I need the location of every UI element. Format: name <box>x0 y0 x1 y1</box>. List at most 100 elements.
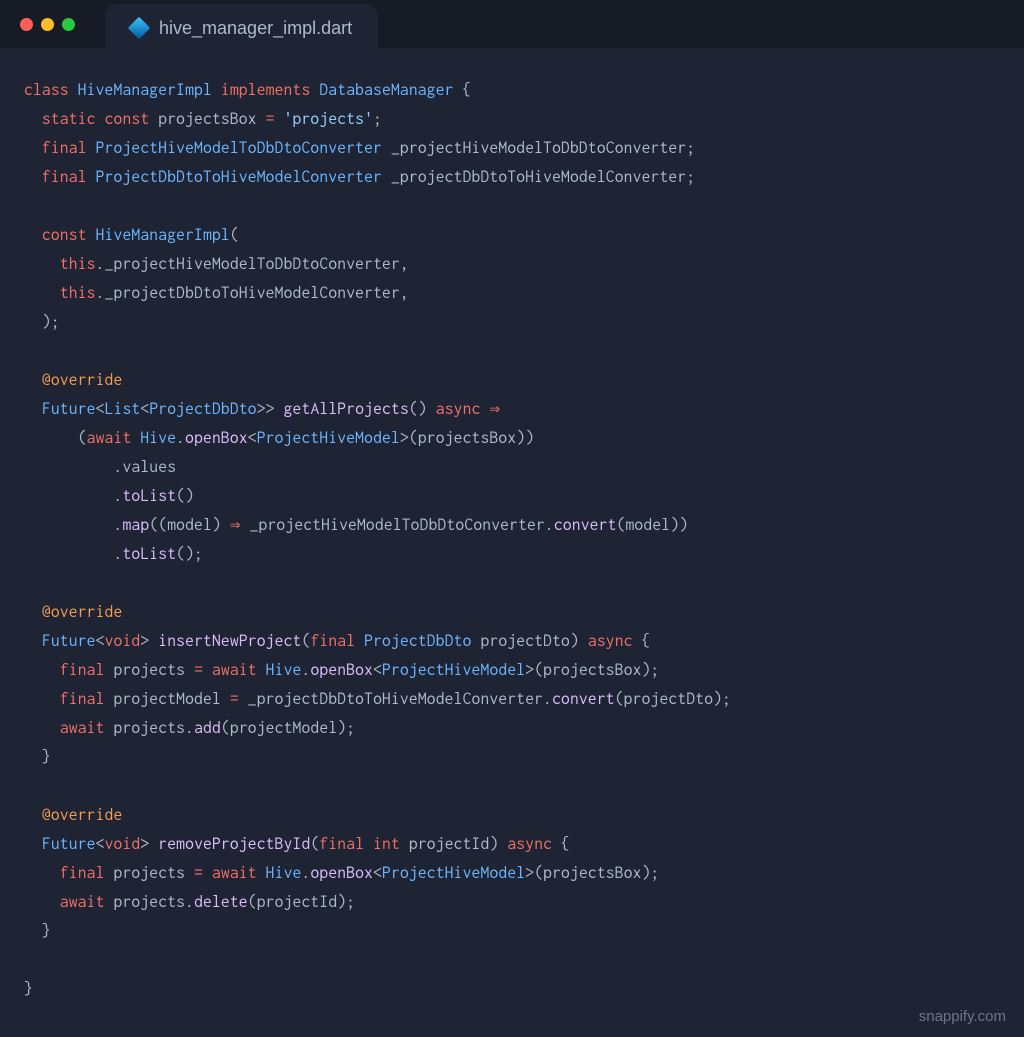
code-token: ._projectDbDtoToHiveModelConverter, <box>96 284 409 302</box>
code-token: final <box>42 139 87 157</box>
code-token: final <box>310 632 355 650</box>
code-token: . <box>24 487 122 505</box>
code-token: (projectModel); <box>221 719 355 737</box>
code-token: { <box>552 835 570 853</box>
code-token: await <box>212 864 257 882</box>
code-token: openBox <box>310 661 373 679</box>
code-token: class <box>24 81 69 99</box>
code-token: _projectHiveModelToDbDtoConverter. <box>241 516 554 534</box>
code-token: < <box>140 400 149 418</box>
code-token: (projectsBox)) <box>409 429 534 447</box>
traffic-lights <box>20 18 75 31</box>
code-token: projectModel <box>105 690 230 708</box>
code-token: async <box>507 835 552 853</box>
code-token: List <box>105 400 141 418</box>
code-token: } <box>24 980 33 998</box>
code-token: insertNewProject <box>158 632 301 650</box>
code-token: HiveManagerImpl <box>96 226 230 244</box>
code-token: implements <box>221 81 311 99</box>
code-token: (projectsBox); <box>534 864 659 882</box>
code-token: await <box>212 661 257 679</box>
code-token: toList <box>122 487 176 505</box>
code-token: () <box>176 487 194 505</box>
code-token: ProjectDbDtoToHiveModelConverter <box>96 168 382 186</box>
close-icon[interactable] <box>20 18 33 31</box>
code-token: @override <box>42 603 123 621</box>
code-token: < <box>248 429 257 447</box>
code-token: @override <box>42 371 123 389</box>
code-token: Hive <box>140 429 176 447</box>
code-token: this <box>60 284 96 302</box>
code-token: ((model) <box>149 516 230 534</box>
code-token: Future <box>42 835 96 853</box>
code-token: @override <box>42 806 123 824</box>
code-token: await <box>60 893 105 911</box>
code-token: static <box>42 110 96 128</box>
code-token: projects <box>105 864 195 882</box>
code-token: getAllProjects <box>284 400 409 418</box>
code-token: openBox <box>310 864 373 882</box>
code-token: convert <box>552 690 615 708</box>
code-token: .values <box>24 458 176 476</box>
code-token: > <box>400 429 409 447</box>
code-token: projects. <box>105 719 195 737</box>
code-token: (projectDto); <box>615 690 731 708</box>
code-token: void <box>105 835 141 853</box>
code-token: ⇒ <box>230 516 241 534</box>
minimize-icon[interactable] <box>41 18 54 31</box>
code-token: add <box>194 719 221 737</box>
code-token: void <box>105 632 141 650</box>
code-token: >> <box>257 400 275 418</box>
code-token: ProjectHiveModel <box>382 864 525 882</box>
code-token: delete <box>194 893 248 911</box>
code-token: _projectDbDtoToHiveModelConverter; <box>382 168 695 186</box>
code-token: DatabaseManager <box>319 81 453 99</box>
code-token: final <box>319 835 364 853</box>
code-token: > <box>525 661 534 679</box>
code-token: projectsBox <box>149 110 265 128</box>
code-token: = <box>230 690 239 708</box>
code-token: ⇒ <box>489 400 500 418</box>
code-token: ( <box>24 429 87 447</box>
code-token: ProjectHiveModel <box>257 429 400 447</box>
code-token: await <box>87 429 132 447</box>
code-token: } <box>24 922 51 940</box>
code-token: ProjectDbDto <box>364 632 471 650</box>
code-token: Future <box>42 400 96 418</box>
code-token: projectId) <box>400 835 498 853</box>
code-token: . <box>24 516 122 534</box>
code-token: . <box>24 545 122 563</box>
code-token: final <box>42 168 87 186</box>
code-token: < <box>96 835 105 853</box>
editor-tab[interactable]: hive_manager_impl.dart <box>105 4 378 52</box>
tab-filename: hive_manager_impl.dart <box>159 18 352 39</box>
code-token: const <box>105 110 150 128</box>
code-token: final <box>60 864 105 882</box>
code-token: map <box>122 516 149 534</box>
code-token: < <box>96 632 105 650</box>
code-token: } <box>24 748 51 766</box>
code-token: (projectId); <box>248 893 355 911</box>
code-token: > <box>140 632 149 650</box>
code-token: Hive <box>266 661 302 679</box>
code-token: ( <box>230 226 239 244</box>
code-token: ); <box>24 313 60 331</box>
code-token: . <box>176 429 185 447</box>
maximize-icon[interactable] <box>62 18 75 31</box>
code-token: (model)) <box>617 516 689 534</box>
code-token: Future <box>42 632 96 650</box>
code-token: removeProjectById <box>158 835 310 853</box>
code-token: int <box>373 835 400 853</box>
watermark-label: snappify.com <box>919 1008 1006 1025</box>
code-token: ._projectHiveModelToDbDtoConverter, <box>96 255 409 273</box>
code-token: > <box>525 864 534 882</box>
code-token: > <box>140 835 149 853</box>
code-token: async <box>588 632 633 650</box>
code-token: ProjectDbDto <box>149 400 256 418</box>
code-token: HiveManagerImpl <box>78 81 212 99</box>
code-token: openBox <box>185 429 248 447</box>
code-token: _projectHiveModelToDbDtoConverter; <box>382 139 695 157</box>
code-token: 'projects' <box>284 110 374 128</box>
code-token: ProjectHiveModel <box>382 661 525 679</box>
code-token: projects. <box>105 893 195 911</box>
